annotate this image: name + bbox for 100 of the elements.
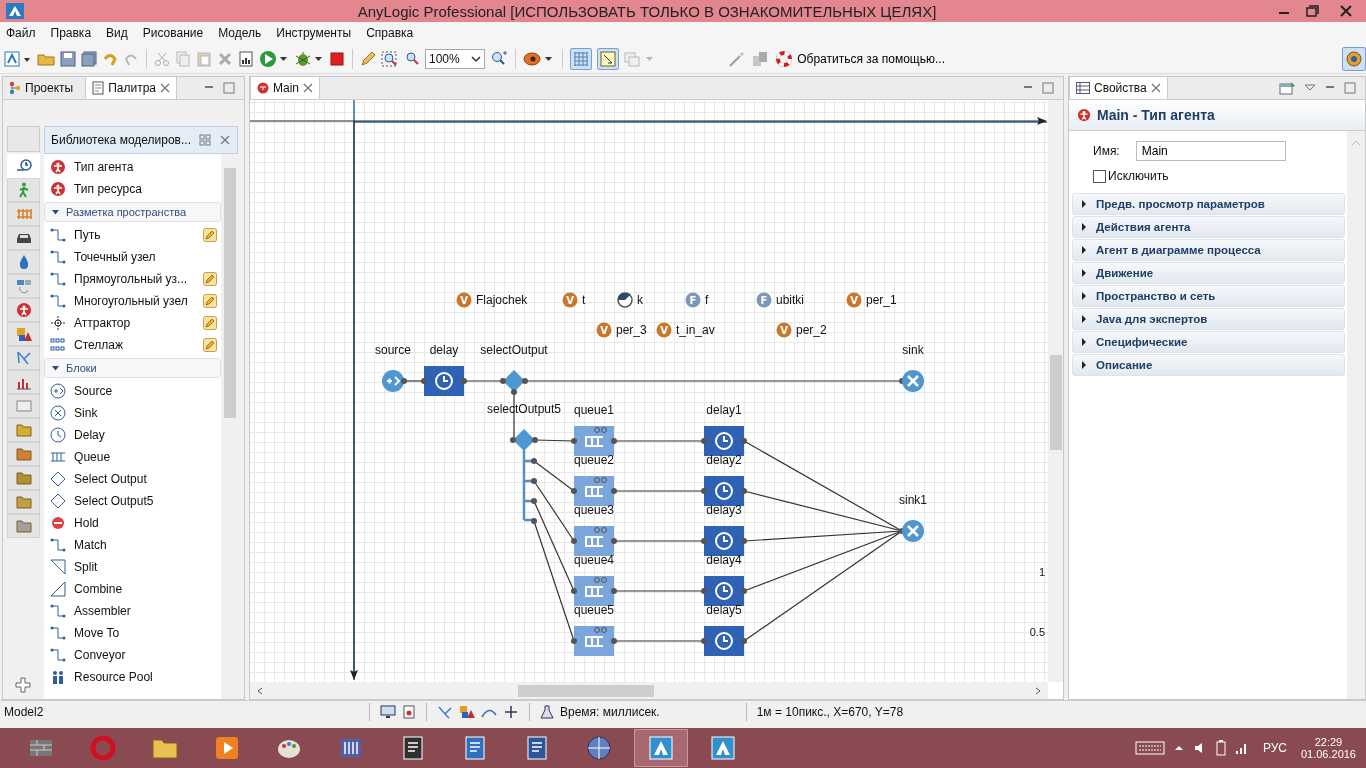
language-indicator[interactable]: РУС bbox=[1262, 741, 1287, 755]
monitor-icon[interactable] bbox=[380, 705, 396, 719]
block-label[interactable]: queue5 bbox=[574, 603, 614, 617]
properties-section[interactable]: Пространство и сеть bbox=[1072, 285, 1345, 307]
category-tab[interactable] bbox=[7, 466, 41, 490]
palette-item[interactable]: Delay bbox=[44, 424, 221, 446]
block-label[interactable]: queue1 bbox=[574, 403, 614, 417]
run-icon[interactable] bbox=[259, 49, 289, 68]
menu-item[interactable]: Вид bbox=[106, 26, 128, 40]
clock-time[interactable]: 22:29 bbox=[1314, 736, 1343, 748]
maximize-icon[interactable] bbox=[1343, 82, 1357, 94]
palette-item[interactable]: Sink bbox=[44, 402, 221, 424]
menu-item[interactable]: Рисование bbox=[142, 26, 204, 40]
battery-icon[interactable] bbox=[1214, 740, 1227, 756]
properties-section[interactable]: Действия агента bbox=[1072, 216, 1345, 238]
exclude-checkbox[interactable]: Исключить bbox=[1069, 169, 1347, 183]
taskbar-button[interactable] bbox=[634, 729, 688, 767]
palette-item[interactable]: Combine bbox=[44, 578, 221, 600]
properties-section[interactable]: Предв. просмотр параметров bbox=[1072, 193, 1345, 215]
queue-block[interactable] bbox=[571, 426, 617, 456]
close-icon[interactable] bbox=[1150, 83, 1161, 93]
scrollbar[interactable] bbox=[1048, 100, 1063, 682]
close-icon[interactable] bbox=[303, 83, 313, 93]
snap-icon[interactable] bbox=[597, 47, 619, 70]
palette-item[interactable]: Путь bbox=[44, 224, 221, 246]
block-label[interactable]: source bbox=[375, 343, 411, 357]
delay-block[interactable] bbox=[701, 626, 747, 656]
element-label[interactable]: k bbox=[637, 293, 643, 307]
element-label[interactable]: per_3 bbox=[616, 323, 647, 337]
pencil-icon[interactable] bbox=[203, 294, 217, 308]
build-icon[interactable] bbox=[238, 50, 254, 67]
queue-block[interactable] bbox=[571, 626, 617, 656]
block-label[interactable]: queue2 bbox=[574, 453, 614, 467]
delay-block[interactable] bbox=[421, 366, 467, 396]
perspective-icon[interactable] bbox=[1342, 46, 1366, 71]
panel-tab[interactable]: Палитра bbox=[85, 77, 177, 99]
palette-item[interactable]: Match bbox=[44, 534, 221, 556]
pencil-icon[interactable] bbox=[203, 272, 217, 286]
pencil-icon[interactable] bbox=[360, 50, 376, 67]
palette-item[interactable]: Conveyor bbox=[44, 644, 221, 666]
shapes-icon[interactable] bbox=[459, 705, 475, 719]
save-all-icon[interactable] bbox=[81, 50, 97, 67]
properties-section[interactable]: Специфические bbox=[1072, 331, 1345, 353]
pencil-icon[interactable] bbox=[203, 338, 217, 352]
properties-section[interactable]: Агент в диаграмме процесса bbox=[1072, 239, 1345, 261]
palette-item[interactable]: Прямоугольный уз... bbox=[44, 268, 221, 290]
block-label[interactable]: delay bbox=[429, 343, 459, 357]
wand-icon[interactable] bbox=[728, 49, 747, 68]
bug-icon[interactable] bbox=[294, 49, 324, 68]
zoom-select[interactable]: 100% bbox=[425, 48, 485, 69]
gauge-icon[interactable] bbox=[617, 292, 633, 308]
menu-item[interactable]: Файл bbox=[6, 26, 36, 40]
checkbox[interactable] bbox=[1093, 169, 1106, 183]
menu-item[interactable]: Модель bbox=[218, 26, 262, 40]
stop-icon[interactable] bbox=[329, 50, 345, 67]
move-icon[interactable] bbox=[503, 705, 519, 719]
palette-item[interactable]: Hold bbox=[44, 512, 221, 534]
block-label[interactable]: delay2 bbox=[706, 453, 742, 467]
element-label[interactable]: per_1 bbox=[866, 293, 897, 307]
panel-tab[interactable]: Проекты bbox=[3, 77, 80, 99]
block-label[interactable]: queue3 bbox=[574, 503, 614, 517]
menu-item[interactable]: Инструменты bbox=[276, 26, 352, 40]
block-label[interactable]: sink bbox=[902, 343, 924, 357]
element-label[interactable]: Flajochek bbox=[476, 293, 528, 307]
palette-item[interactable]: Многоугольный узел bbox=[44, 290, 221, 312]
shell-icon[interactable] bbox=[523, 49, 555, 68]
block-label[interactable]: delay4 bbox=[706, 553, 742, 567]
block-label[interactable]: sink1 bbox=[899, 493, 927, 507]
delay-block[interactable] bbox=[701, 426, 747, 456]
document-icon[interactable] bbox=[402, 705, 416, 719]
scrollbar[interactable] bbox=[1347, 131, 1365, 699]
maximize-icon[interactable] bbox=[1041, 82, 1055, 94]
source-block[interactable] bbox=[382, 370, 407, 392]
properties-section[interactable]: Движение bbox=[1072, 262, 1345, 284]
block-label[interactable]: delay5 bbox=[706, 603, 742, 617]
element-label[interactable]: ubitki bbox=[776, 293, 804, 307]
zoom-out-icon[interactable] bbox=[404, 50, 420, 67]
palette-item[interactable]: Split bbox=[44, 556, 221, 578]
scrollbar[interactable] bbox=[250, 682, 1048, 699]
palette-item[interactable]: Стеллаж bbox=[44, 334, 221, 356]
palette-section[interactable]: Блоки bbox=[44, 358, 221, 378]
properties-section[interactable]: Описание bbox=[1072, 354, 1345, 376]
select-block[interactable] bbox=[510, 429, 538, 524]
delay-block[interactable] bbox=[701, 476, 747, 506]
palette-item[interactable]: Тип ресурса bbox=[44, 178, 221, 200]
plus-icon[interactable] bbox=[15, 677, 31, 693]
menu-item[interactable]: Справка bbox=[366, 26, 414, 40]
zoom-fit-icon[interactable] bbox=[381, 50, 399, 67]
sink-block[interactable] bbox=[899, 520, 924, 542]
element-label[interactable]: f bbox=[705, 293, 709, 307]
sink-block[interactable] bbox=[899, 370, 924, 392]
properties-section[interactable]: Java для экспертов bbox=[1072, 308, 1345, 330]
pin-icon[interactable] bbox=[1279, 81, 1297, 95]
palette-item[interactable]: Source bbox=[44, 380, 221, 402]
palette-item[interactable]: Точечный узел bbox=[44, 246, 221, 268]
keyboard-icon[interactable] bbox=[1134, 740, 1165, 756]
element-label[interactable]: t bbox=[582, 293, 586, 307]
queue-block[interactable] bbox=[571, 476, 617, 506]
queue-block[interactable] bbox=[571, 526, 617, 556]
palette-item[interactable]: Select Output bbox=[44, 468, 221, 490]
